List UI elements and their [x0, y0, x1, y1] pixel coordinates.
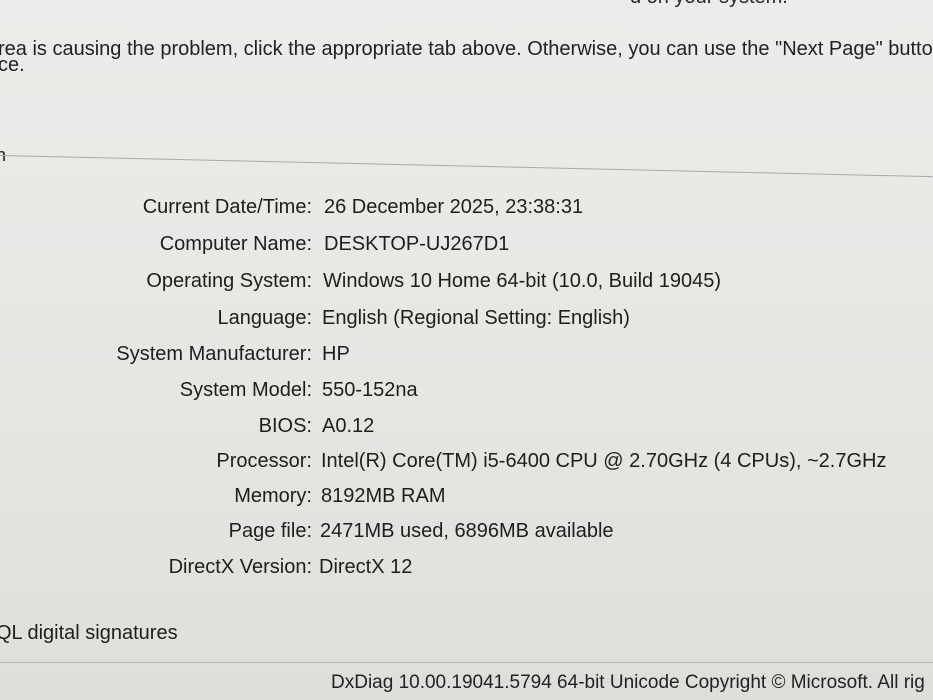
dxdiag-system-tab: d on your system. rea is causing the pro… [0, 0, 933, 700]
info-label: Page file: [228, 520, 312, 542]
info-row-memory: Memory: 8192MB RAM [0, 485, 933, 515]
instruction-line-1: rea is causing the problem, click the ap… [0, 38, 933, 60]
whql-signatures-checkbox-label[interactable]: QL digital signatures [0, 622, 178, 645]
info-label: DirectX Version: [168, 556, 312, 578]
info-value: 26 December 2025, 23:38:31 [324, 196, 584, 218]
info-value: 8192MB RAM [321, 485, 446, 507]
info-row-bios: BIOS: A0.12 [0, 415, 933, 445]
info-value: HP [322, 343, 350, 365]
info-value: Intel(R) Core(TM) i5-6400 CPU @ 2.70GHz … [321, 450, 887, 472]
info-value: A0.12 [322, 415, 375, 437]
footer-divider [0, 662, 933, 663]
group-box-border [0, 155, 933, 178]
info-row-page-file: Page file: 2471MB used, 6896MB available [0, 520, 933, 550]
info-value: Windows 10 Home 64-bit (10.0, Build 1904… [323, 270, 721, 292]
info-row-processor: Processor: Intel(R) Core(TM) i5-6400 CPU… [0, 450, 933, 480]
info-row-operating-system: Operating System: Windows 10 Home 64-bit… [0, 270, 933, 300]
info-value: DESKTOP-UJ267D1 [324, 233, 510, 255]
info-label: System Model: [179, 379, 312, 401]
info-value: 2471MB used, 6896MB available [320, 520, 614, 542]
footer-copyright: DxDiag 10.00.19041.5794 64-bit Unicode C… [331, 672, 925, 693]
info-row-system-model: System Model: 550-152na [0, 379, 933, 409]
info-row-date-time: Current Date/Time: 26 December 2025, 23:… [0, 196, 933, 226]
info-value: English (Regional Setting: English) [322, 307, 630, 329]
info-label: Operating System: [146, 270, 312, 292]
info-label: Memory: [234, 485, 312, 507]
top-cut-text: d on your system. [630, 0, 788, 9]
instruction-line-2: ce. [0, 54, 25, 76]
info-label: Language: [217, 307, 312, 329]
info-row-directx-version: DirectX Version: DirectX 12 [0, 556, 933, 586]
info-row-system-manufacturer: System Manufacturer: HP [0, 343, 933, 373]
info-row-language: Language: English (Regional Setting: Eng… [0, 307, 933, 337]
info-value: 550-152na [322, 379, 418, 401]
info-label: Current Date/Time: [142, 196, 312, 218]
info-label: System Manufacturer: [116, 343, 312, 365]
info-label: BIOS: [258, 415, 312, 437]
info-row-computer-name: Computer Name: DESKTOP-UJ267D1 [0, 233, 933, 263]
info-label: Processor: [216, 450, 312, 472]
info-value: DirectX 12 [319, 556, 413, 578]
info-label: Computer Name: [159, 233, 312, 255]
